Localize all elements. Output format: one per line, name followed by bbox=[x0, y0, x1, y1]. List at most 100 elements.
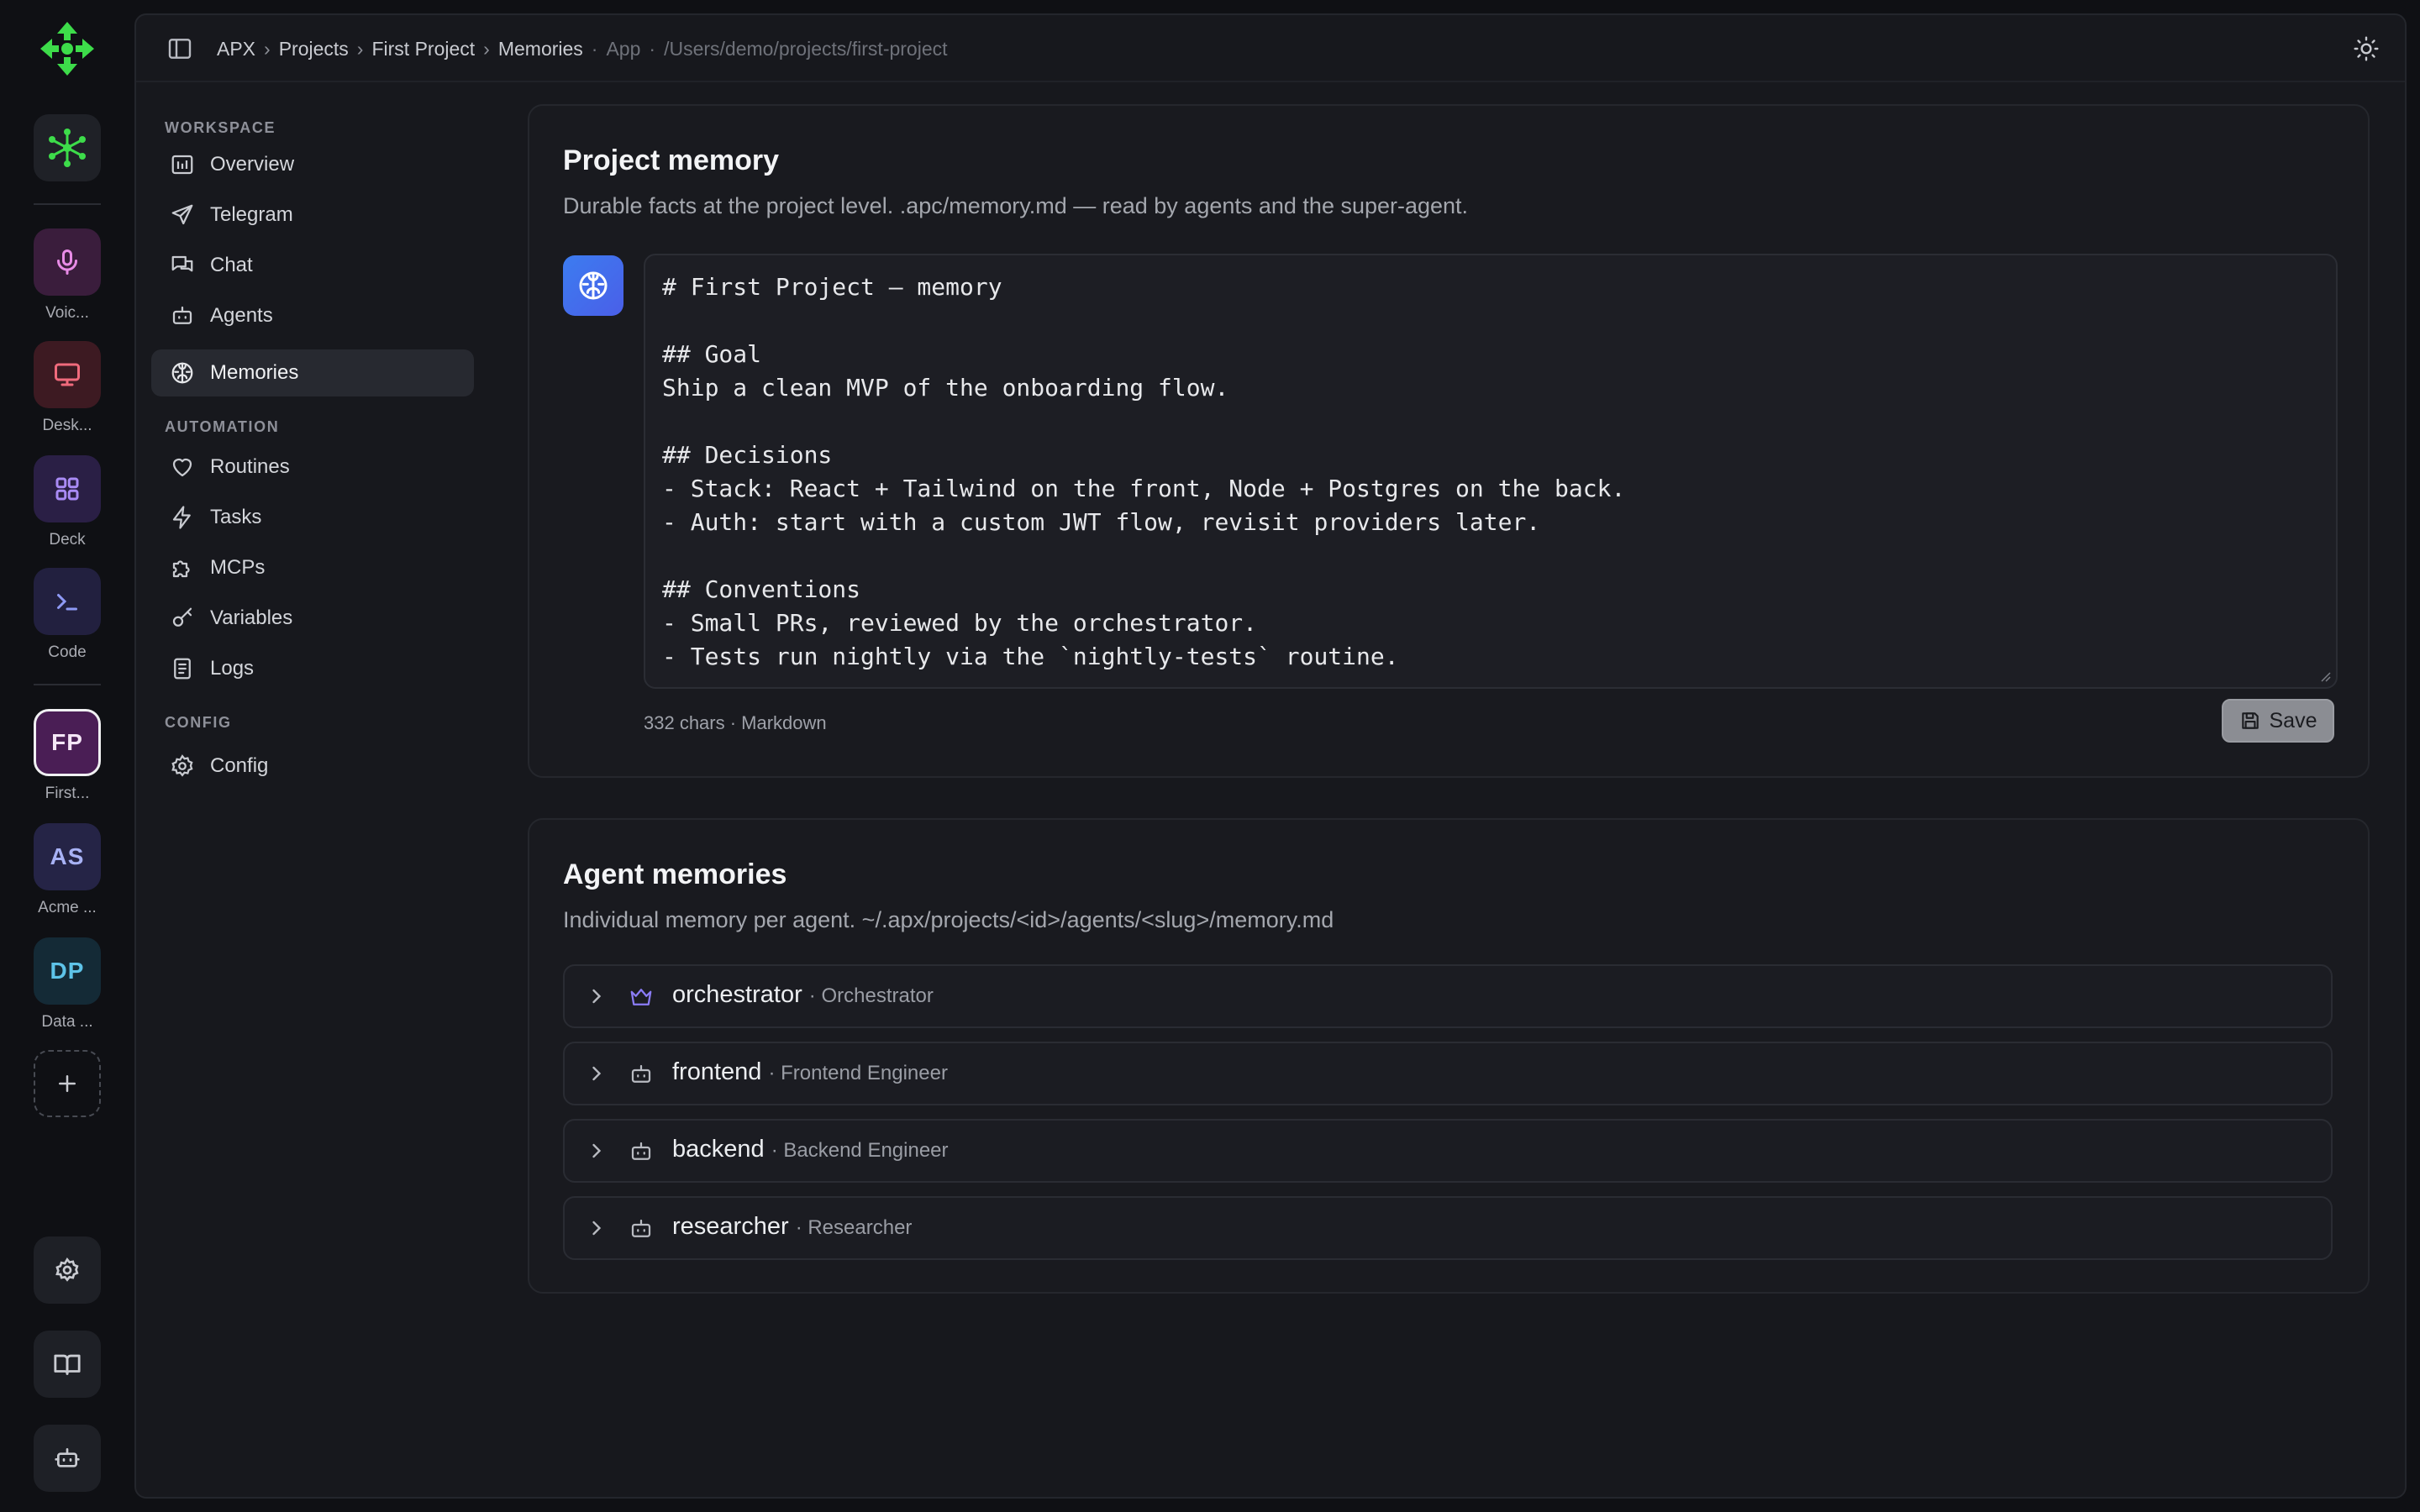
save-button[interactable]: Save bbox=[2222, 699, 2334, 743]
project-path: /Users/demo/projects/first-project bbox=[664, 37, 948, 60]
sidebar-item-logs[interactable]: Logs bbox=[151, 645, 474, 692]
app-label: App bbox=[606, 37, 641, 60]
sidebar-item-variables[interactable]: Variables bbox=[151, 595, 474, 642]
memory-editor[interactable]: # First Project — memory ## Goal Ship a … bbox=[644, 254, 2338, 689]
puzzle-icon bbox=[172, 560, 190, 578]
sidebar-item-chat[interactable]: Chat bbox=[151, 242, 474, 289]
nav-section-automation: AUTOMATION bbox=[165, 418, 280, 435]
sidebar-item-config[interactable]: Config bbox=[151, 743, 474, 790]
sidebar-nav: WORKSPACE Overview Telegram Chat Agents … bbox=[136, 82, 481, 1497]
project-avatar-as[interactable]: AS bbox=[34, 823, 101, 890]
agent-name: frontend · Frontend Engineer bbox=[672, 1058, 948, 1085]
agent-role: · Backend Engineer bbox=[771, 1139, 949, 1162]
sidebar-item-label: Memories bbox=[210, 361, 299, 384]
project-memory-subtitle: Durable facts at the project level. .apc… bbox=[563, 193, 1469, 218]
app-logo[interactable] bbox=[37, 18, 97, 79]
grid-icon bbox=[55, 477, 79, 501]
sidebar-item-label: Config bbox=[210, 754, 269, 777]
project-label: Acme ... bbox=[38, 899, 97, 916]
agent-memories-subtitle: Individual memory per agent. ~/.apx/proj… bbox=[563, 907, 1334, 932]
network-icon bbox=[49, 129, 86, 167]
memory-avatar bbox=[563, 255, 623, 316]
memory-editor-content[interactable]: # First Project — memory ## Goal Ship a … bbox=[662, 270, 2319, 674]
chevron-right-icon[interactable] bbox=[585, 984, 608, 1008]
sidebar-item-tasks[interactable]: Tasks bbox=[151, 494, 474, 541]
sidebar-item-label: Telegram bbox=[210, 203, 293, 226]
rail-label-desktop: Desk... bbox=[42, 417, 92, 434]
agent-name: researcher · Researcher bbox=[672, 1213, 913, 1240]
agent-row-backend[interactable]: backend · Backend Engineer bbox=[563, 1119, 2333, 1183]
overview-icon bbox=[171, 155, 193, 175]
chat-icon bbox=[171, 255, 193, 272]
sidebar-toggle-icon[interactable] bbox=[166, 35, 193, 62]
rail-item-deck[interactable] bbox=[34, 455, 101, 522]
breadcrumb-dot: · bbox=[649, 37, 656, 60]
project-memory-title: Project memory bbox=[563, 144, 779, 176]
sidebar-item-label: Agents bbox=[210, 304, 273, 327]
top-bar: APX › Projects › First Project › Memorie… bbox=[136, 15, 2405, 82]
assistant-button[interactable] bbox=[34, 1425, 101, 1492]
breadcrumb-current: Memories bbox=[497, 37, 583, 60]
breadcrumb-apx[interactable]: APX bbox=[217, 38, 255, 60]
brain-icon bbox=[171, 362, 193, 384]
agent-memories-title: Agent memories bbox=[563, 858, 787, 890]
add-project-button[interactable] bbox=[34, 1050, 101, 1117]
send-icon bbox=[171, 204, 193, 225]
breadcrumb: APX › Projects › First Project › Memorie… bbox=[217, 15, 948, 82]
chevron-right-icon[interactable] bbox=[585, 1139, 608, 1163]
logs-icon bbox=[174, 658, 191, 680]
robot-icon bbox=[631, 1219, 651, 1237]
rail-divider bbox=[34, 684, 101, 685]
chevron-right-icon[interactable] bbox=[585, 1216, 608, 1240]
crown-icon bbox=[630, 989, 652, 1005]
memory-meta: 332 chars · Markdown bbox=[644, 712, 827, 733]
agent-role: · Frontend Engineer bbox=[768, 1062, 948, 1084]
agent-row-orchestrator[interactable]: orchestrator · Orchestrator bbox=[563, 964, 2333, 1028]
sidebar-item-memories[interactable]: Memories bbox=[151, 349, 474, 396]
agent-role: · Orchestrator bbox=[808, 984, 934, 1007]
heart-icon bbox=[172, 458, 192, 477]
settings-button[interactable] bbox=[34, 1236, 101, 1304]
project-label: Data ... bbox=[41, 1013, 93, 1031]
network-hub-button[interactable] bbox=[34, 114, 101, 181]
breadcrumb-separator: › bbox=[264, 37, 271, 60]
sidebar-item-mcps[interactable]: MCPs bbox=[151, 544, 474, 591]
sidebar-item-telegram[interactable]: Telegram bbox=[151, 192, 474, 239]
sidebar-item-label: Logs bbox=[210, 657, 255, 680]
agent-row-researcher[interactable]: researcher · Researcher bbox=[563, 1196, 2333, 1260]
project-avatar-dp[interactable]: DP bbox=[34, 937, 101, 1005]
sidebar-item-label: Variables bbox=[210, 606, 293, 629]
project-avatar-fp[interactable]: FP bbox=[34, 709, 101, 776]
rail-label-code: Code bbox=[48, 643, 87, 661]
agent-name: orchestrator · Orchestrator bbox=[672, 981, 934, 1008]
microphone-icon bbox=[57, 249, 77, 275]
rail-item-code[interactable] bbox=[34, 568, 101, 635]
theme-toggle-icon[interactable] bbox=[2353, 35, 2380, 62]
sidebar-item-agents[interactable]: Agents bbox=[151, 292, 474, 339]
nav-section-workspace: WORKSPACE bbox=[165, 119, 276, 136]
docs-button[interactable] bbox=[34, 1331, 101, 1398]
sidebar-item-label: Tasks bbox=[210, 506, 262, 528]
gear-icon bbox=[55, 1257, 79, 1282]
bolt-icon bbox=[172, 506, 191, 529]
save-button-label: Save bbox=[2269, 708, 2317, 732]
project-memory-card: Project memory Durable facts at the proj… bbox=[528, 104, 2370, 778]
agent-name: backend · Backend Engineer bbox=[672, 1136, 949, 1163]
monitor-icon bbox=[55, 363, 80, 386]
resize-handle-icon[interactable] bbox=[2319, 670, 2331, 682]
terminal-icon bbox=[57, 594, 77, 611]
chevron-right-icon[interactable] bbox=[585, 1062, 608, 1085]
sidebar-item-label: Chat bbox=[210, 254, 253, 276]
breadcrumb-projects[interactable]: Projects bbox=[279, 38, 349, 60]
project-initials: FP bbox=[51, 729, 83, 755]
sidebar-item-routines[interactable]: Routines bbox=[151, 444, 474, 491]
main-panel: APX › Projects › First Project › Memorie… bbox=[134, 13, 2407, 1499]
book-icon bbox=[54, 1354, 81, 1375]
sidebar-item-label: Routines bbox=[210, 455, 290, 478]
rail-item-desktop[interactable] bbox=[34, 341, 101, 408]
breadcrumb-project[interactable]: First Project bbox=[371, 38, 475, 60]
robot-icon bbox=[631, 1064, 651, 1083]
agent-row-frontend[interactable]: frontend · Frontend Engineer bbox=[563, 1042, 2333, 1105]
sidebar-item-overview[interactable]: Overview bbox=[151, 141, 474, 188]
rail-item-voice[interactable] bbox=[34, 228, 101, 296]
